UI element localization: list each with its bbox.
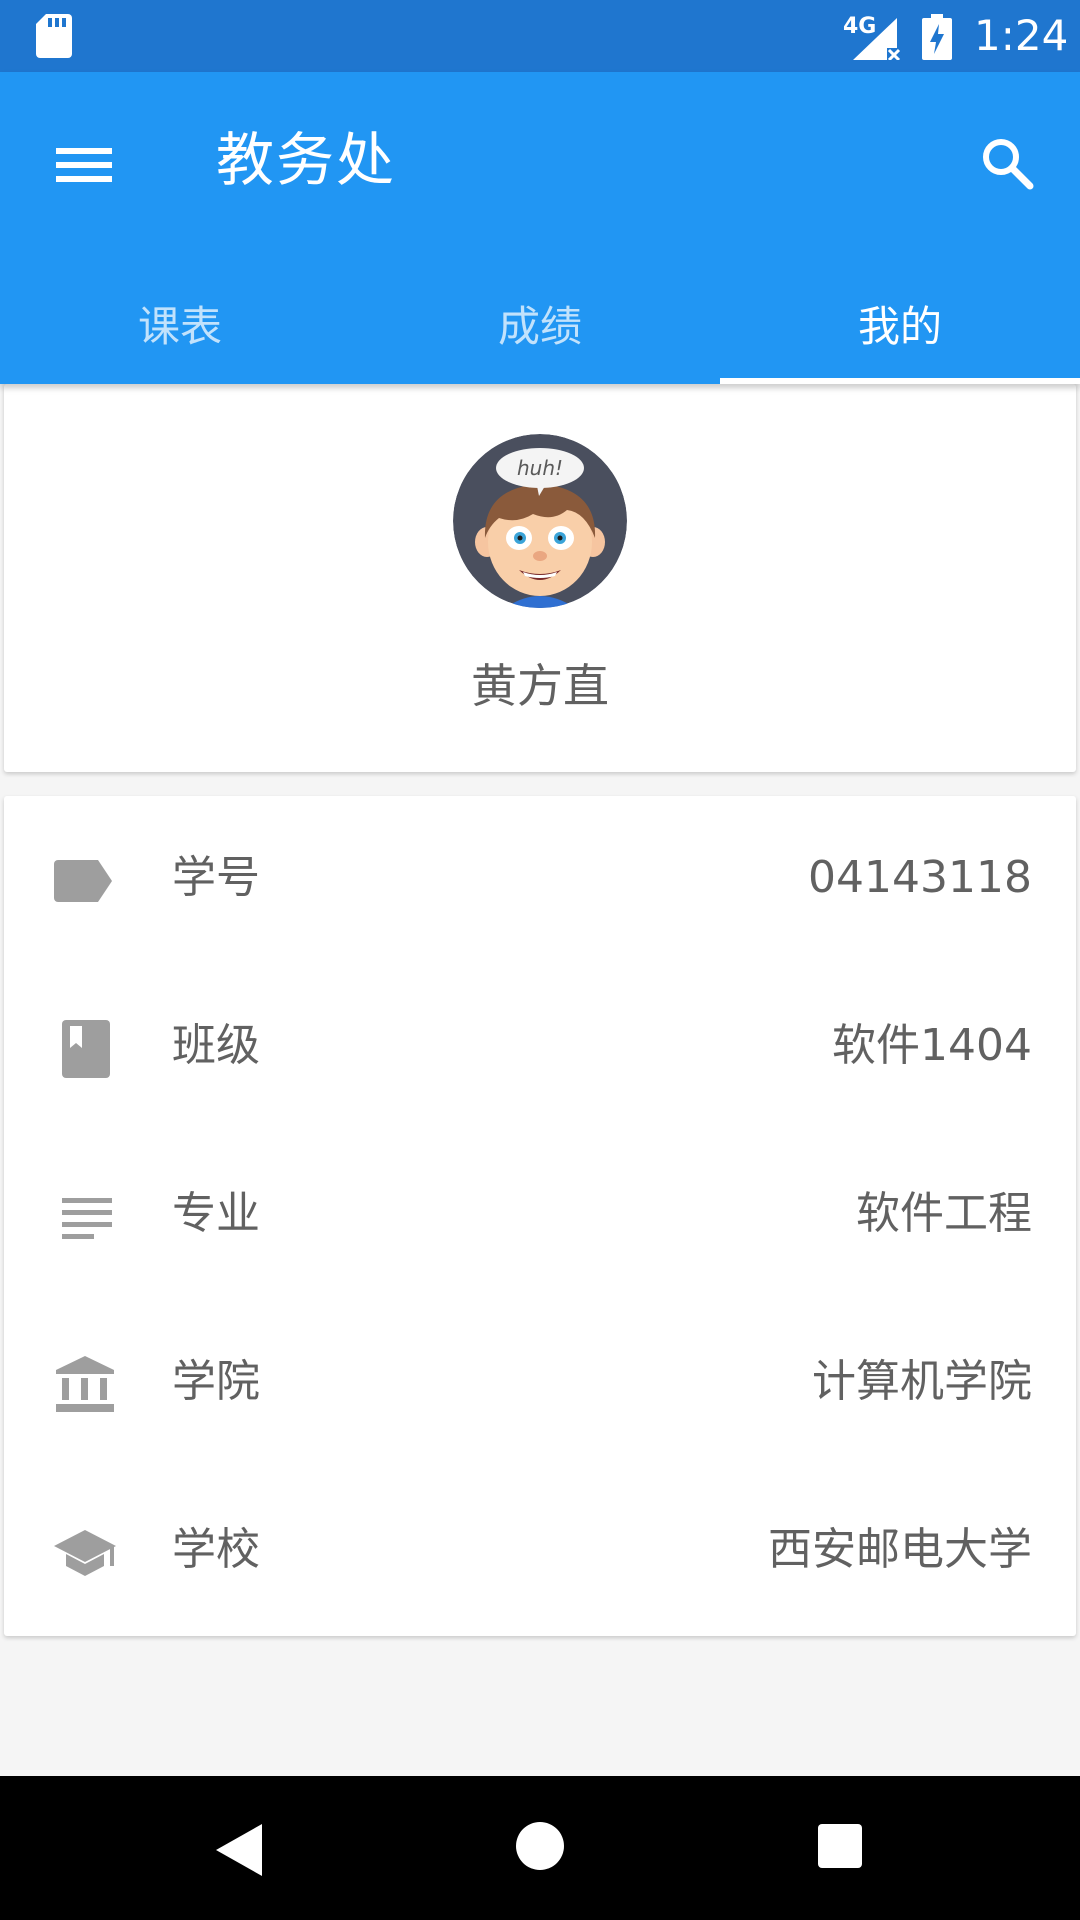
- status-bar: 4G 1:24: [0, 0, 1080, 72]
- tab-indicator: [720, 378, 1080, 384]
- tab-schedule[interactable]: 课表: [0, 282, 360, 384]
- menu-icon[interactable]: [40, 124, 130, 200]
- info-row-label: 专业: [172, 1188, 260, 1239]
- avatar-speech-text: huh!: [517, 456, 563, 480]
- subject-lines-icon: [62, 1198, 112, 1239]
- app-bar: 教务处 课表 成绩 我的: [0, 72, 1080, 384]
- tab-label: 成绩: [497, 302, 582, 351]
- info-row-label: 班级: [172, 1020, 260, 1071]
- tab-grades[interactable]: 成绩: [360, 282, 720, 384]
- system-nav-bar: [0, 1776, 1080, 1920]
- tab-bar: 课表 成绩 我的: [0, 282, 1080, 384]
- search-icon[interactable]: [968, 124, 1048, 204]
- info-row-class[interactable]: 班级 软件1404: [4, 964, 1076, 1132]
- info-row-major[interactable]: 专业 软件工程: [4, 1132, 1076, 1300]
- info-row-school[interactable]: 学校 西安邮电大学: [4, 1468, 1076, 1636]
- back-icon[interactable]: [214, 1822, 264, 1878]
- cell-signal-icon: [853, 18, 901, 60]
- info-row-value: 计算机学院: [812, 1356, 1032, 1407]
- tab-label: 课表: [137, 302, 222, 351]
- tab-mine[interactable]: 我的: [720, 282, 1080, 384]
- app-title: 教务处: [216, 126, 397, 194]
- info-row-label: 学校: [172, 1524, 260, 1575]
- sd-card-icon: [36, 14, 72, 58]
- info-row-value: 软件1404: [832, 1020, 1032, 1071]
- info-row-value: 04143118: [808, 852, 1032, 903]
- home-icon[interactable]: [516, 1822, 564, 1870]
- battery-charging-icon: [922, 14, 952, 60]
- clock: 1:24: [974, 11, 1069, 60]
- tab-label: 我的: [857, 302, 942, 351]
- info-card: 学号 04143118 班级 软件1404 专业 软件工程 学院 计算机学院 学…: [4, 796, 1076, 1636]
- info-row-student-id[interactable]: 学号 04143118: [4, 796, 1076, 964]
- profile-card: huh! 黄方直: [4, 384, 1076, 772]
- graduation-cap-icon: [54, 1530, 116, 1576]
- info-row-college[interactable]: 学院 计算机学院: [4, 1300, 1076, 1468]
- label-tag-icon: [54, 860, 112, 902]
- profile-name: 黄方直: [471, 659, 609, 713]
- info-row-value: 软件工程: [856, 1188, 1032, 1239]
- avatar[interactable]: huh!: [453, 434, 627, 608]
- institution-icon: [56, 1356, 114, 1412]
- info-row-label: 学院: [172, 1356, 260, 1407]
- book-icon: [62, 1020, 110, 1078]
- recent-apps-icon[interactable]: [818, 1824, 862, 1868]
- info-row-label: 学号: [172, 852, 260, 903]
- info-row-value: 西安邮电大学: [768, 1524, 1032, 1575]
